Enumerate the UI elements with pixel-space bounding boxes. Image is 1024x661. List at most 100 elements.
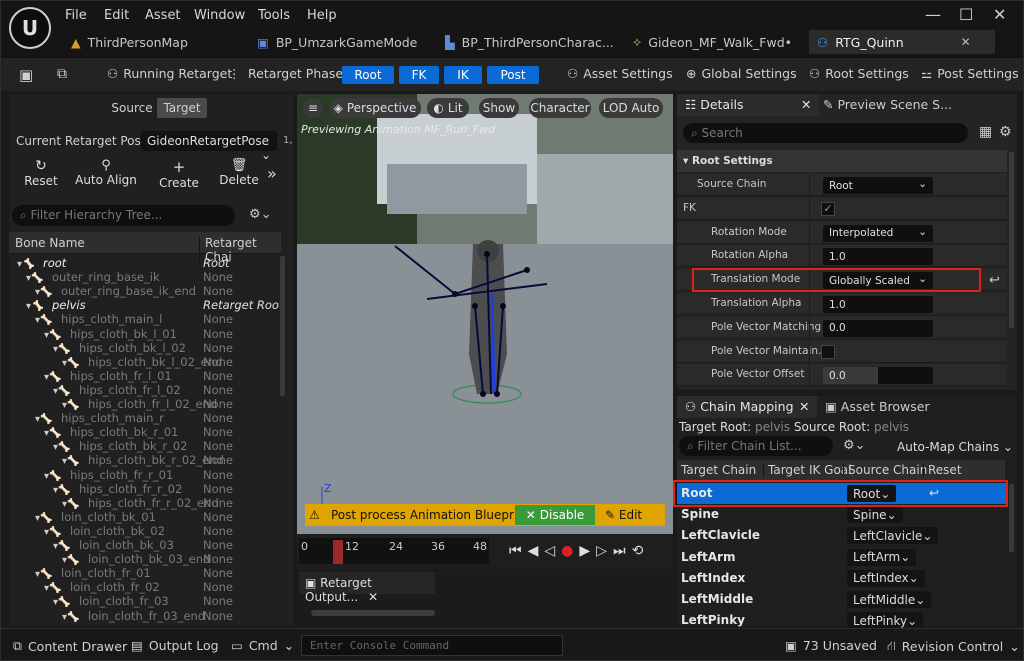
bone-row[interactable]: ▾🦴 root Root — [17, 256, 279, 270]
browse-icon[interactable]: ⧉ — [57, 66, 67, 82]
bone-row[interactable]: ▾🦴 hips_cloth_fr_r_02 None — [17, 482, 279, 496]
source-chain-dropdown[interactable]: LeftArm ⌄ — [847, 548, 917, 566]
bone-row[interactable]: ▾🦴 loin_cloth_fr_03 None — [17, 594, 279, 608]
bone-row[interactable]: ▾🦴 pelvis Retarget Root — [17, 298, 283, 312]
pose-dropdown[interactable]: GideonRetargetPose ⌄ — [141, 131, 277, 162]
bone-row[interactable]: ▾🦴 hips_cloth_fr_r_01 None — [17, 468, 279, 482]
target-chain-header[interactable]: Target Chain — [681, 463, 756, 477]
horizontal-scrollbar[interactable] — [311, 610, 435, 616]
bone-row[interactable]: ▾🦴 hips_cloth_bk_l_02 None — [17, 341, 279, 355]
tab-gamemode[interactable]: ▣ BP_UmzarkGameMode — [249, 30, 429, 54]
output-log-button[interactable]: ▤ Output Log — [131, 638, 219, 653]
save-icon[interactable]: ▣ — [19, 66, 33, 84]
tab-thirdpersonmap[interactable]: ▲ ThirdPersonMap — [63, 30, 243, 54]
timeline-track[interactable]: 0 12 24 36 48 — [299, 538, 489, 564]
tab-thirdpersoncharacter[interactable]: ▙ BP_ThirdPersonCharac... — [437, 30, 617, 54]
edit-button[interactable]: ✎ Edit — [605, 508, 642, 522]
bone-row[interactable]: ▾🦴 hips_cloth_bk_r_01 None — [17, 425, 279, 439]
chain-row[interactable]: LeftArm LeftArm ⌄ — [677, 547, 1005, 568]
chain-search-input[interactable]: ⌕ Filter Chain List... — [679, 436, 833, 456]
unsaved-button[interactable]: ▣ 73 Unsaved — [785, 638, 877, 653]
table-view-icon[interactable]: ▦ — [979, 124, 992, 140]
disable-button[interactable]: ✕ Disable — [515, 505, 595, 525]
reverse-icon[interactable]: ◁ — [544, 543, 561, 559]
menu-help[interactable]: Help — [307, 8, 337, 23]
property-number-input[interactable]: 0.0 — [823, 319, 933, 337]
content-drawer-button[interactable]: ⧉ Content Drawer — [13, 638, 127, 654]
lit-button[interactable]: ◐ Lit — [427, 98, 469, 118]
property-dropdown[interactable]: Root ⌄ — [823, 177, 933, 194]
preview-scene-tab[interactable]: ✎ Preview Scene S... — [823, 97, 952, 112]
menu-edit[interactable]: Edit — [104, 8, 129, 23]
bone-row[interactable]: ▾🦴 hips_cloth_fr_r_02_end None — [17, 496, 279, 510]
bone-row[interactable]: ▾🦴 loin_cloth_bk_03_end None — [17, 552, 279, 566]
create-button[interactable]: + Create — [159, 158, 199, 190]
bone-row[interactable]: ▾🦴 loin_cloth_fr_03_end None — [17, 609, 279, 623]
auto-map-chains-button[interactable]: Auto-Map Chains ⌄ — [897, 440, 1013, 454]
source-chain-dropdown[interactable]: LeftIndex ⌄ — [847, 569, 925, 587]
property-number-input[interactable]: 1.0 — [823, 248, 933, 266]
close-tab-icon[interactable]: ✕ — [368, 590, 378, 604]
bone-row[interactable]: ▾🦴 hips_cloth_main_l None — [17, 312, 279, 326]
bone-row[interactable]: ▾🦴 outer_ring_base_ik_end None — [17, 284, 279, 298]
root-settings-section[interactable]: ▾ Root Settings — [677, 150, 1007, 172]
menu-asset[interactable]: Asset — [145, 8, 181, 23]
close-window-icon[interactable]: ✕ — [993, 5, 1006, 24]
bone-row[interactable]: ▾🦴 hips_cloth_bk_l_01 None — [17, 327, 279, 341]
gear-icon[interactable]: ⚙⌄ — [843, 438, 866, 453]
menu-window[interactable]: Window — [194, 8, 245, 23]
fk-checkbox[interactable]: ✓ — [821, 201, 835, 216]
details-tab[interactable]: ☷ Details ✕ — [677, 94, 819, 116]
maximize-icon[interactable]: ☐ — [959, 5, 973, 24]
to-end-icon[interactable]: ⏭ — [613, 543, 632, 559]
viewport[interactable]: ≡ ◈ Perspective ◐ Lit Show Character LOD A… — [297, 94, 673, 534]
bone-row[interactable]: ▾🦴 hips_cloth_fr_l_01 None — [17, 369, 279, 383]
minimize-icon[interactable]: — — [925, 5, 941, 24]
bone-row[interactable]: ▾🦴 hips_cloth_main_r None — [17, 411, 279, 425]
phase-ik-button[interactable]: IK — [444, 66, 482, 84]
tab-rtg-quinn[interactable]: ⚇ RTG_Quinn ✕ — [809, 30, 995, 54]
source-toggle[interactable]: Source — [107, 98, 157, 118]
pole-vector-maintain-checkbox[interactable] — [821, 344, 835, 359]
timeline[interactable]: 0 12 24 36 48 ⏮◀◁●▶▷⏭⟲ — [297, 534, 673, 570]
step-back-icon[interactable]: ◀ — [528, 543, 545, 559]
bone-row[interactable]: ▾🦴 outer_ring_base_ik None — [17, 270, 279, 284]
bone-row[interactable]: ▾🦴 loin_cloth_fr_01 None — [17, 566, 279, 580]
loop-icon[interactable]: ⟲ — [632, 543, 650, 559]
target-ik-goal-header[interactable]: Target IK Goal — [763, 463, 852, 477]
details-search-input[interactable]: ⌕ Search — [683, 123, 968, 143]
phase-post-button[interactable]: Post — [487, 66, 539, 84]
close-tab-icon[interactable]: ✕ — [961, 35, 971, 49]
scrollbar[interactable] — [1009, 152, 1014, 328]
close-tab-icon[interactable]: ✕ — [801, 97, 811, 112]
reset-header[interactable]: Reset — [923, 463, 962, 477]
lod-button[interactable]: LOD Auto — [599, 98, 663, 118]
play-icon[interactable]: ▶ — [579, 543, 596, 559]
bone-row[interactable]: ▾🦴 hips_cloth_fr_l_02_end None — [17, 397, 279, 411]
more-options-icon[interactable]: ⋮ — [228, 66, 241, 81]
running-retarget-button[interactable]: ⚇ Running Retarget — [107, 66, 232, 81]
show-button[interactable]: Show — [479, 98, 519, 118]
bone-name-header[interactable]: Bone Name — [15, 236, 85, 250]
revision-control-button[interactable]: ⛙ Revision Control ⌄ — [887, 638, 1020, 655]
root-settings-button[interactable]: ⚇ Root Settings — [809, 66, 909, 81]
global-settings-button[interactable]: ⊕ Global Settings — [686, 66, 797, 81]
bone-row[interactable]: ▾🦴 hips_cloth_bk_r_02 None — [17, 439, 279, 453]
chain-mapping-tab[interactable]: ⚇ Chain Mapping ✕ — [677, 396, 817, 418]
reset-to-default-icon[interactable]: ↩ — [989, 273, 1000, 288]
source-chain-dropdown[interactable]: LeftMiddle ⌄ — [847, 591, 932, 608]
bone-row[interactable]: ▾🦴 hips_cloth_bk_l_02_end None — [17, 355, 279, 369]
property-number-input[interactable]: 0.0 — [823, 367, 933, 385]
source-chain-dropdown[interactable]: Spine ⌄ — [847, 506, 903, 524]
chain-row[interactable]: LeftMiddle LeftMiddle ⌄ — [677, 589, 1005, 610]
step-forward-icon[interactable]: ▷ — [596, 543, 613, 559]
close-tab-icon[interactable]: ✕ — [799, 399, 809, 414]
property-number-input[interactable]: 1.0 — [823, 296, 933, 313]
delete-button[interactable]: 🗑 Delete — [219, 158, 259, 187]
asset-settings-button[interactable]: ⚇ Asset Settings — [567, 66, 673, 81]
bone-row[interactable]: ▾🦴 loin_cloth_bk_03 None — [17, 538, 279, 552]
bone-row[interactable]: ▾🦴 loin_cloth_bk_02 None — [17, 524, 279, 538]
bone-row[interactable]: ▾🦴 hips_cloth_fr_l_02 None — [17, 383, 279, 397]
scrollbar[interactable] — [280, 256, 285, 396]
bone-row[interactable]: ▾🦴 loin_cloth_bk_01 None — [17, 510, 279, 524]
